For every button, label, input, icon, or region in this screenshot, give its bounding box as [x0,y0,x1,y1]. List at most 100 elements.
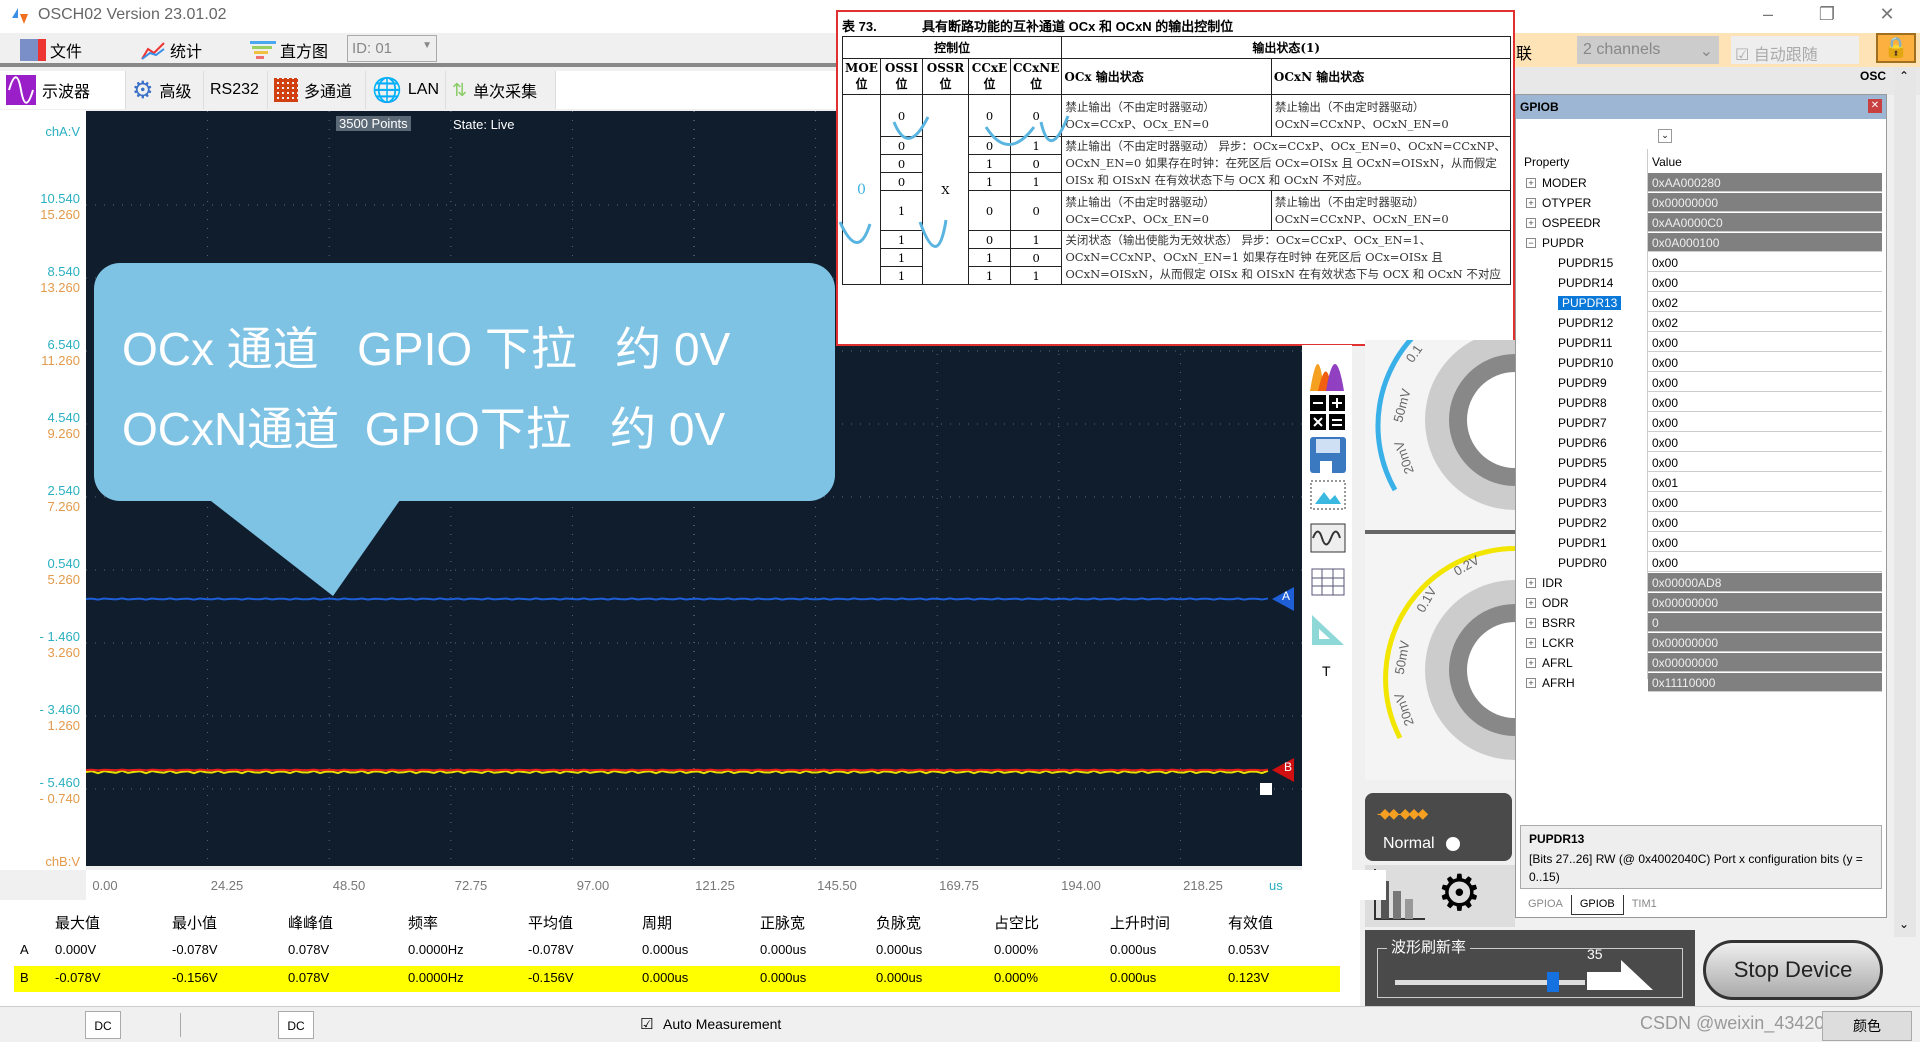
histogram-button[interactable]: 直方图 [250,37,328,63]
coupling-b-button[interactable]: DC [278,1011,314,1039]
refresh-slider-thumb[interactable] [1546,972,1559,992]
property-row[interactable]: PUPDR0 0x00 [1522,553,1882,573]
property-row[interactable]: PUPDR6 0x00 [1522,433,1882,453]
property-row[interactable]: PUPDR2 0x00 [1522,513,1882,533]
property-value[interactable]: 0x00 [1648,373,1882,392]
spectrum-icon[interactable] [1310,355,1346,391]
property-value[interactable]: 0x02 [1648,293,1882,312]
stop-device-button[interactable]: Stop Device [1703,940,1883,1000]
property-row[interactable]: + AFRH 0x11110000 [1522,673,1882,693]
channels-select[interactable]: 2 channels ⌄ [1577,36,1719,64]
chevron-down-icon[interactable]: ⌄ [1658,129,1672,143]
property-value[interactable]: 0x0A000100 [1648,233,1882,252]
property-value[interactable]: 0x00 [1648,433,1882,452]
expand-toggle-icon[interactable]: + [1526,218,1536,228]
property-value[interactable]: 0x00000000 [1648,193,1882,212]
property-row[interactable]: + LCKR 0x00000000 [1522,633,1882,653]
property-value[interactable]: 0x00000AD8 [1648,573,1882,592]
save-icon[interactable] [1310,437,1346,473]
tab-multichannel[interactable]: 多通道 [268,71,366,109]
property-value[interactable]: 0 [1648,613,1882,632]
scroll-up-icon[interactable]: ⌃ [1899,69,1909,83]
screenshot-icon[interactable] [1310,480,1346,510]
lock-icon[interactable]: 🔒 [1876,33,1916,63]
expand-toggle-icon[interactable]: + [1526,198,1536,208]
property-value[interactable]: 0x00 [1648,533,1882,552]
property-row[interactable]: PUPDR4 0x01 [1522,473,1882,493]
property-value[interactable]: 0x00 [1648,273,1882,292]
close-button[interactable]: ✕ [1872,4,1902,25]
property-value[interactable]: 0xAA000280 [1648,173,1882,192]
property-value[interactable]: 0x00 [1648,333,1882,352]
property-row[interactable]: PUPDR14 0x00 [1522,273,1882,293]
tab-oscilloscope[interactable]: 示波器 [0,71,126,109]
waveform-icon[interactable] [1310,523,1346,553]
expand-toggle-icon[interactable]: + [1526,658,1536,668]
property-row[interactable]: PUPDR10 0x00 [1522,353,1882,373]
expand-toggle-icon[interactable]: − [1526,238,1536,248]
tab-lan[interactable]: 🌐 LAN [366,71,446,109]
property-value[interactable]: 0x01 [1648,473,1882,492]
restore-button[interactable]: ❐ [1812,4,1842,25]
property-row[interactable]: + OSPEEDR 0xAA0000C0 [1522,213,1882,233]
expand-toggle-icon[interactable]: + [1526,178,1536,188]
cursor-handle[interactable] [1260,783,1272,795]
property-value[interactable]: 0x00 [1648,493,1882,512]
device-id-select[interactable]: ID: 01 ▼ [347,35,437,62]
tab-single-capture[interactable]: ⇅ 单次采集 [446,71,556,109]
property-value[interactable]: 0x00 [1648,453,1882,472]
property-value[interactable]: 0x00000000 [1648,593,1882,612]
text-tool-button[interactable]: T [1322,663,1331,679]
close-icon[interactable]: ✕ [1868,99,1882,113]
property-row[interactable]: PUPDR8 0x00 [1522,393,1882,413]
property-row[interactable]: + MODER 0xAA000280 [1522,173,1882,193]
property-value[interactable]: 0x00 [1648,513,1882,532]
property-row[interactable]: + ODR 0x00000000 [1522,593,1882,613]
property-value[interactable]: 0x00 [1648,253,1882,272]
coupling-a-button[interactable]: DC [85,1011,121,1039]
property-row[interactable]: PUPDR11 0x00 [1522,333,1882,353]
property-value[interactable]: 0x00000000 [1648,653,1882,672]
expand-toggle-icon[interactable]: + [1526,678,1536,688]
property-row[interactable]: PUPDR12 0x02 [1522,313,1882,333]
tab-gpioa[interactable]: GPIOA [1520,895,1571,915]
property-value[interactable]: 0x00000000 [1648,633,1882,652]
property-row[interactable]: PUPDR15 0x00 [1522,253,1882,273]
math-icon[interactable] [1310,395,1346,431]
property-row[interactable]: PUPDR5 0x00 [1522,453,1882,473]
property-row[interactable]: − PUPDR 0x0A000100 [1522,233,1882,253]
auto-follow-checkbox[interactable]: ☑ 自动跟随 [1731,36,1859,64]
trigger-mode-panel[interactable]: -◆◆-◆◆◆ Normal [1365,793,1512,861]
stats-button[interactable]: 统计 [140,37,202,63]
expand-toggle-icon[interactable]: + [1526,618,1536,628]
property-value[interactable]: 0x02 [1648,313,1882,332]
minimize-button[interactable]: – [1753,4,1783,25]
auto-measure-checkbox[interactable]: ☑ [640,1015,653,1033]
file-button[interactable]: 文件 [20,37,82,63]
color-button[interactable]: 颜色 [1822,1011,1912,1041]
expand-toggle-icon[interactable]: + [1526,578,1536,588]
property-value[interactable]: 0xAA0000C0 [1648,213,1882,232]
property-row[interactable]: PUPDR9 0x00 [1522,373,1882,393]
table-icon[interactable] [1310,567,1346,597]
property-row[interactable]: + BSRR 0 [1522,613,1882,633]
property-value[interactable]: 0x00 [1648,393,1882,412]
property-row[interactable]: + OTYPER 0x00000000 [1522,193,1882,213]
property-row[interactable]: PUPDR7 0x00 [1522,413,1882,433]
vertical-scrollbar[interactable]: ⌃ ⌄ [1894,67,1916,937]
property-row[interactable]: + IDR 0x00000AD8 [1522,573,1882,593]
tab-rs232[interactable]: RS232 [204,71,268,109]
volts-div-knobs[interactable] [1365,328,1605,780]
property-row[interactable]: + AFRL 0x00000000 [1522,653,1882,673]
expand-toggle-icon[interactable]: + [1526,638,1536,648]
tab-tim1[interactable]: TIM1 [1624,895,1665,915]
scroll-down-icon[interactable]: ⌄ [1899,917,1909,931]
property-value[interactable]: 0x00 [1648,553,1882,572]
property-row[interactable]: PUPDR3 0x00 [1522,493,1882,513]
property-row[interactable]: PUPDR1 0x00 [1522,533,1882,553]
property-value[interactable]: 0x00 [1648,353,1882,372]
tab-gpiob[interactable]: GPIOB [1570,895,1624,915]
expand-toggle-icon[interactable]: + [1526,598,1536,608]
tab-advanced[interactable]: ⚙ 高级 [126,71,204,109]
settings-gear-icon[interactable]: ⚙ [1437,865,1482,921]
